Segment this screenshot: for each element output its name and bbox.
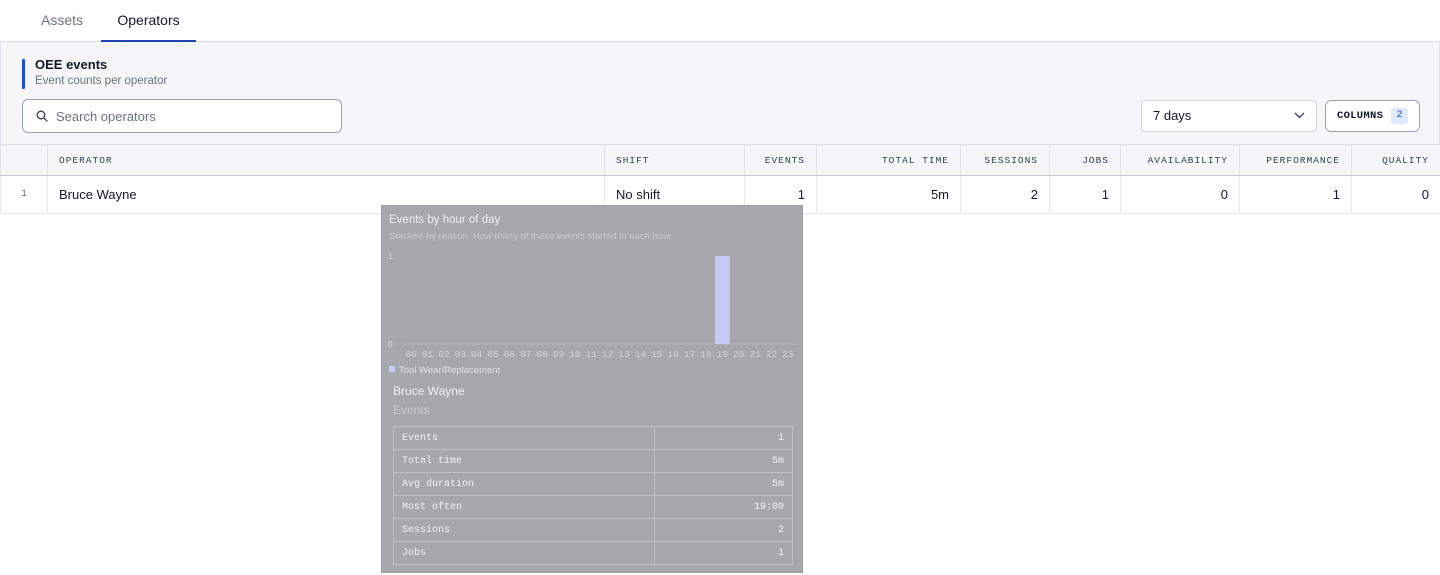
tooltip-metric-kind: Events [393,403,430,417]
hour-bar-chart: 0100 01 02 03 04 05 06 07 08 09 10 11 12 13 14 15 16 17 18… [388,252,796,360]
legend-label: Tool Wear/Replacement [399,365,501,376]
search-box[interactable] [22,99,342,133]
x-tick-label: 08 [536,349,548,360]
stats-value: 5m [654,472,793,496]
x-tick-label: 17 [684,349,695,360]
x-tick-label: 13 [618,349,630,360]
events-tooltip: Events by hour of day Stacked by reason.… [381,205,803,573]
chart-legend: Tool Wear/Replacement [389,365,500,376]
col-header-shift[interactable]: SHIFT [604,144,745,176]
stats-label: Jobs [393,541,655,565]
stats-label: Sessions [393,518,655,542]
chevron-down-icon [1294,112,1305,119]
stats-value: 5m [654,449,793,473]
col-header-jobs[interactable]: JOBS [1049,144,1121,176]
x-tick-label: 05 [487,349,499,360]
stats-label: Events [393,426,655,450]
x-tick-label: 03 [455,349,467,360]
stats-value: 1 [654,541,793,565]
tooltip-operator-name: Bruce Wayne [393,384,465,398]
cell-quality: 0 [1351,175,1440,214]
search-icon [36,110,48,122]
col-header-availability[interactable]: AVAILABILITY [1120,144,1240,176]
col-header-events[interactable]: EVENTS [744,144,817,176]
x-tick-label: 00 [405,349,417,360]
legend-swatch [389,366,395,372]
x-tick-label: 01 [422,349,434,360]
columns-count-badge: 2 [1391,108,1408,124]
cell-total-time: 5m [816,175,961,214]
chart-title: Events by hour of day [389,214,501,226]
col-header-performance[interactable]: PERFORMANCE [1239,144,1352,176]
tab-bar: Assets Operators [0,0,1440,42]
x-tick-label: 20 [733,349,745,360]
y-tick-label: 0 [388,340,393,350]
col-header-sessions[interactable]: SESSIONS [960,144,1050,176]
stats-label: Avg duration [393,472,655,496]
tab-assets[interactable]: Assets [25,0,99,42]
x-tick-label: 16 [667,349,679,360]
row-index: 1 [0,175,48,214]
col-header-quality[interactable]: QUALITY [1351,144,1440,176]
stats-value: 1 [654,426,793,450]
tooltip-stats-table: Events 1 Total time 5m Avg duration 5m Most of… [393,426,793,565]
x-tick-label: 18 [700,349,712,360]
cell-performance: 1 [1239,175,1352,214]
stats-row: Jobs 1 [393,541,793,565]
cell-sessions: 2 [960,175,1050,214]
date-range-value: 7 days [1153,108,1192,123]
stats-label: Most often [393,495,655,519]
col-header-operator[interactable]: OPERATOR [47,144,605,176]
x-tick-label: 07 [520,349,531,360]
x-tick-label: 04 [471,349,483,360]
x-tick-label: 21 [749,349,761,360]
stats-row: Most often 19:00 [393,495,793,519]
col-header-index [0,144,48,176]
stats-row: Total time 5m [393,449,793,473]
y-tick-label: 1 [388,252,393,262]
x-tick-label: 14 [635,349,647,360]
table-header-row: OPERATOR SHIFT EVENTS TOTAL TIME SESSION… [0,144,1440,176]
operators-table: OPERATOR SHIFT EVENTS TOTAL TIME SESSION… [0,144,1440,214]
x-tick-label: 09 [553,349,565,360]
stats-row: Sessions 2 [393,518,793,542]
col-header-total-time[interactable]: TOTAL TIME [816,144,961,176]
x-tick-label: 19 [717,349,729,360]
search-input[interactable] [56,100,336,132]
x-tick-label: 06 [504,349,516,360]
x-tick-label: 15 [651,349,663,360]
title-accent-bar [22,59,25,89]
chart-subtitle: Stacked by reason. How many of these eve… [389,231,672,242]
toolbar-panel: OEE events Event counts per operator 7 d… [0,42,1440,144]
stats-row: Avg duration 5m [393,472,793,496]
stats-label: Total time [393,449,655,473]
stats-value: 19:00 [654,495,793,519]
columns-button[interactable]: COLUMNS 2 [1325,100,1420,132]
tab-operators[interactable]: Operators [101,0,196,42]
cell-jobs: 1 [1049,175,1121,214]
page-title: OEE events [35,57,108,72]
x-tick-label: 22 [766,349,778,360]
x-tick-label: 11 [586,349,598,360]
columns-button-label: COLUMNS [1337,110,1384,122]
x-tick-label: 10 [569,349,581,360]
cell-availability: 0 [1120,175,1240,214]
date-range-select[interactable]: 7 days [1141,100,1317,132]
page-subtitle: Event counts per operator [35,75,168,87]
x-tick-label: 23 [782,349,794,360]
x-tick-label: 12 [602,349,614,360]
x-tick-label: 02 [438,349,450,360]
stats-value: 2 [654,518,793,542]
stats-row: Events 1 [393,426,793,450]
hour-bar [714,256,730,344]
